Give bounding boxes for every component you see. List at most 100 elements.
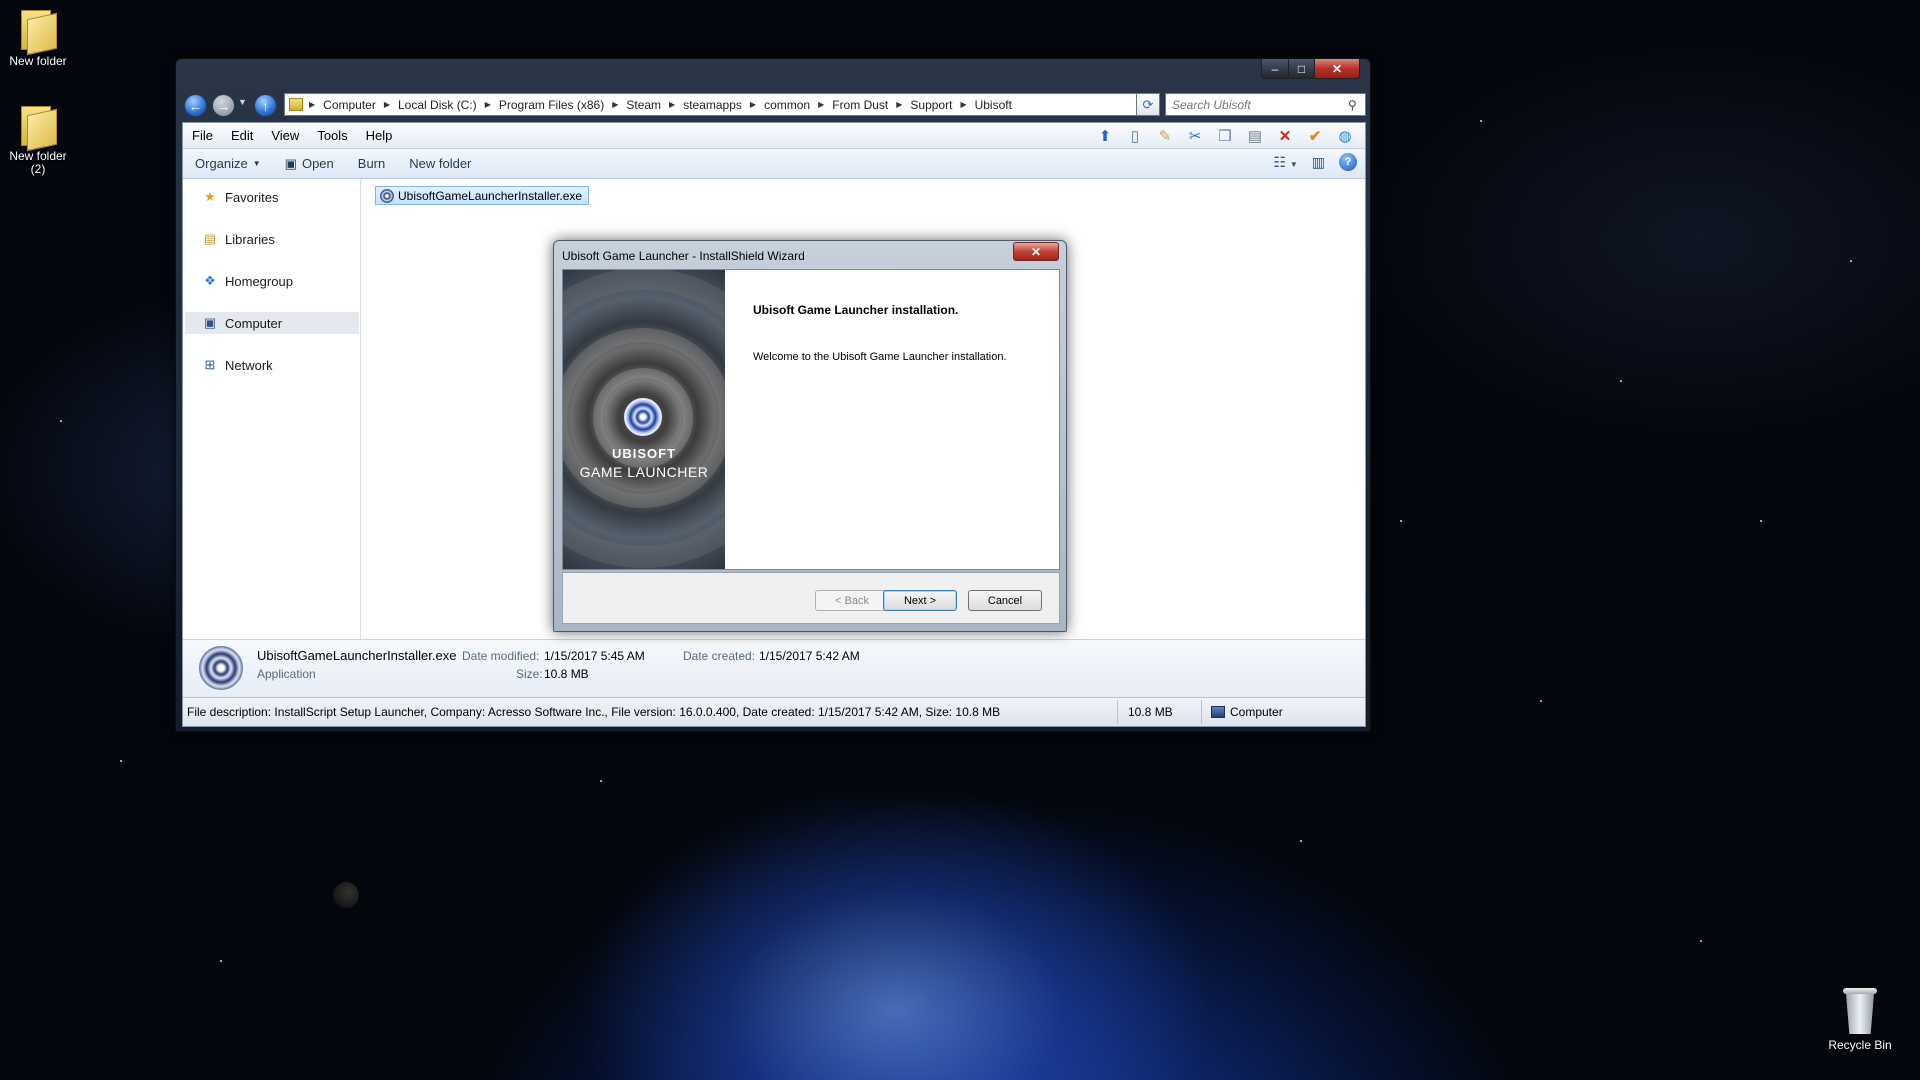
- close-icon: ✕: [1331, 61, 1343, 76]
- status-location: Computer: [1211, 705, 1283, 719]
- close-button[interactable]: ✕: [1314, 59, 1360, 79]
- breadcrumb-common[interactable]: common ▶: [764, 98, 832, 112]
- installshield-dialog: Ubisoft Game Launcher - InstallShield Wi…: [553, 240, 1067, 632]
- view-controls: ☷ ▼ ▥ ?: [1273, 153, 1357, 171]
- dialog-welcome-text: Welcome to the Ubisoft Game Launcher ins…: [753, 351, 1007, 363]
- nav-libraries[interactable]: ▤ Libraries: [185, 228, 359, 250]
- details-size-value: 10.8 MB: [544, 667, 589, 681]
- change-view-icon[interactable]: ☷ ▼: [1273, 154, 1297, 171]
- minimize-button[interactable]: –: [1261, 59, 1289, 79]
- file-item[interactable]: UbisoftGameLauncherInstaller.exe: [375, 186, 590, 205]
- nav-favorites[interactable]: ★ Favorites: [185, 186, 359, 208]
- delete-icon[interactable]: ✕: [1273, 125, 1297, 147]
- preview-pane-icon[interactable]: ▥: [1312, 154, 1325, 171]
- navigation-pane: ★ Favorites ▤ Libraries ❖ Homegroup ▣ Comput…: [183, 179, 361, 639]
- ubisoft-logo-icon: [624, 398, 662, 436]
- network-icon: ⊞: [204, 357, 216, 372]
- menu-view[interactable]: View: [262, 128, 308, 143]
- breadcrumb-from-dust[interactable]: From Dust ▶: [832, 98, 910, 112]
- breadcrumb-computer[interactable]: Computer ▶: [323, 98, 398, 112]
- details-size-label: Size:: [516, 667, 543, 681]
- menu-edit[interactable]: Edit: [222, 128, 262, 143]
- breadcrumb-ubisoft[interactable]: Ubisoft: [975, 98, 1012, 112]
- search-input[interactable]: [1165, 93, 1366, 116]
- desktop-icon-label: New folder (2): [9, 149, 67, 176]
- maximize-icon: □: [1297, 61, 1306, 76]
- nav-computer[interactable]: ▣ Computer: [185, 312, 359, 334]
- desktop-icon-new-folder[interactable]: New folder: [0, 8, 80, 68]
- desktop-icon-new-folder-2[interactable]: New folder (2): [0, 104, 80, 176]
- recycle-bin-icon: [1843, 988, 1877, 1034]
- paste-icon[interactable]: ▤: [1243, 125, 1267, 147]
- maximize-button[interactable]: □: [1288, 59, 1315, 79]
- command-bar: Organize ▼ ▣ Open Burn New folder ☷ ▼ ▥ ?: [183, 149, 1365, 179]
- new-folder-button[interactable]: New folder: [397, 156, 483, 171]
- back-button[interactable]: < Back: [815, 590, 889, 611]
- next-button[interactable]: Next >: [883, 590, 957, 611]
- breadcrumb-program-files[interactable]: Program Files (x86) ▶: [499, 98, 627, 112]
- computer-icon: [1211, 706, 1225, 718]
- menu-file[interactable]: File: [183, 128, 222, 143]
- refresh-button[interactable]: ⟳: [1136, 93, 1160, 116]
- help-icon[interactable]: ?: [1339, 153, 1357, 171]
- menu-help[interactable]: Help: [357, 128, 402, 143]
- details-created-value: 1/15/2017 5:42 AM: [759, 649, 860, 663]
- status-description: File description: InstallScript Setup La…: [187, 705, 1001, 719]
- breadcrumb-support[interactable]: Support ▶: [910, 98, 974, 112]
- dialog-title: Ubisoft Game Launcher - InstallShield Wi…: [562, 249, 805, 263]
- folder-options-icon[interactable]: ✎: [1153, 125, 1177, 147]
- details-modified-value: 1/15/2017 5:45 AM: [544, 649, 645, 663]
- arrow-left-icon: ←: [188, 97, 203, 114]
- checkmark-icon[interactable]: ✔: [1303, 125, 1327, 147]
- burn-button[interactable]: Burn: [346, 156, 397, 171]
- minimize-icon: –: [1271, 61, 1279, 76]
- ubisoft-app-icon: [380, 188, 394, 203]
- cancel-button[interactable]: Cancel: [968, 590, 1042, 611]
- computer-icon: ▣: [203, 315, 217, 330]
- preview-pane-icon[interactable]: ▯: [1123, 125, 1147, 147]
- homegroup-icon: ❖: [204, 273, 216, 288]
- status-size: 10.8 MB: [1128, 705, 1173, 719]
- library-icon: ▤: [203, 231, 217, 246]
- ubisoft-brand-text: UBISOFT: [611, 446, 677, 461]
- star-icon: ★: [204, 189, 216, 204]
- cut-icon[interactable]: ✂: [1183, 125, 1207, 147]
- breadcrumb-sep[interactable]: ▶: [309, 100, 323, 109]
- dialog-body: UBISOFT GAME LAUNCHER Ubisoft Game Launc…: [562, 269, 1060, 570]
- globe-icon[interactable]: ◍: [1333, 125, 1357, 147]
- organize-button[interactable]: Organize ▼: [183, 156, 273, 171]
- desktop-icon-label: New folder: [9, 54, 67, 68]
- dialog-button-row: < Back Next > Cancel: [562, 572, 1060, 624]
- up-button[interactable]: ↑: [254, 94, 277, 117]
- details-pane: UbisoftGameLauncherInstaller.exe Applica…: [183, 639, 1365, 697]
- nav-network[interactable]: ⊞ Network: [185, 354, 359, 376]
- dialog-close-button[interactable]: ✕: [1013, 242, 1059, 261]
- refresh-icon: ⟳: [1142, 96, 1154, 112]
- close-icon: ✕: [1030, 244, 1042, 259]
- back-button[interactable]: ←: [184, 94, 207, 117]
- recent-pages-dropdown[interactable]: ▼: [238, 97, 247, 107]
- copy-icon[interactable]: ❐: [1213, 125, 1237, 147]
- ubisoft-app-icon: [199, 646, 243, 690]
- details-file-name: UbisoftGameLauncherInstaller.exe: [257, 648, 457, 663]
- open-button[interactable]: ▣ Open: [273, 156, 346, 172]
- details-created-label: Date created:: [683, 649, 756, 663]
- desktop-icon-recycle-bin[interactable]: Recycle Bin: [1818, 988, 1902, 1052]
- folder-icon: [289, 98, 303, 111]
- breadcrumb-local-disk[interactable]: Local Disk (C:) ▶: [398, 98, 499, 112]
- address-bar[interactable]: ▶ Computer ▶ Local Disk (C:) ▶ Program Fil…: [284, 93, 1160, 116]
- search-icon[interactable]: ⚲: [1348, 98, 1357, 112]
- details-modified-label: Date modified:: [462, 649, 540, 663]
- folder-icon: [19, 104, 57, 152]
- up-folder-icon[interactable]: ⬆: [1093, 125, 1117, 147]
- extra-toolbar: ⬆ ▯ ✎ ✂ ❐ ▤ ✕ ✔ ◍: [1093, 125, 1357, 147]
- desktop-icon-label: Recycle Bin: [1828, 1038, 1892, 1052]
- breadcrumb-steam[interactable]: Steam ▶: [626, 98, 683, 112]
- menu-tools[interactable]: Tools: [308, 128, 356, 143]
- status-bar: File description: InstallScript Setup La…: [183, 697, 1365, 726]
- menu-bar: File Edit View Tools Help ⬆ ▯ ✎ ✂ ❐ ▤ ✕ …: [183, 123, 1365, 149]
- forward-button[interactable]: →: [212, 94, 235, 117]
- breadcrumb-steamapps[interactable]: steamapps ▶: [683, 98, 764, 112]
- nav-homegroup[interactable]: ❖ Homegroup: [185, 270, 359, 292]
- arrow-up-icon: ↑: [262, 97, 269, 114]
